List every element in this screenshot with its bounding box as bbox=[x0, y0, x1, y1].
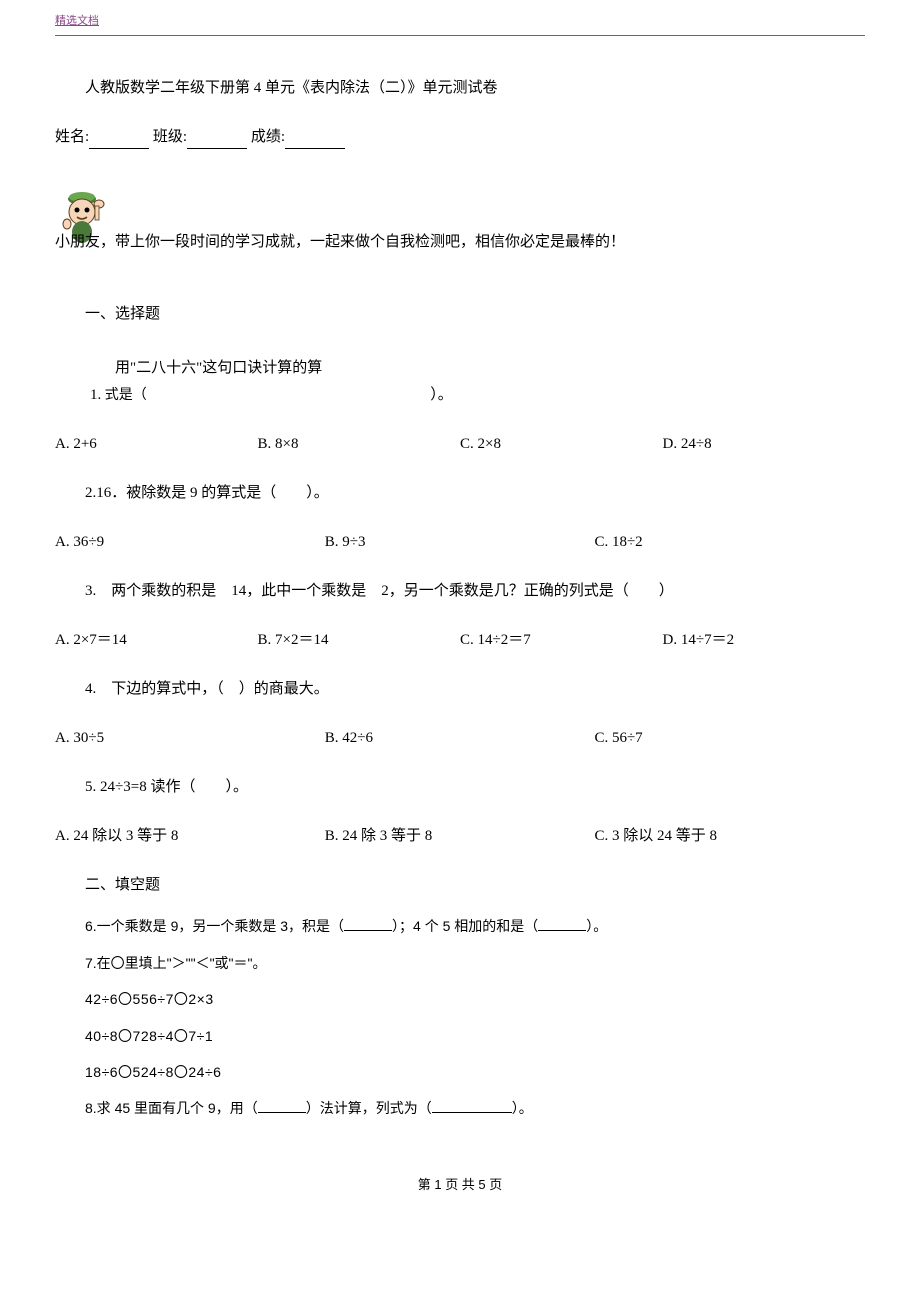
q4-opt-c: C. 56÷7 bbox=[594, 726, 864, 750]
q1-phrase: 用"二八十六"这句口诀计算的算 bbox=[115, 356, 865, 380]
question-3: 3. 两个乘数的积是 14，此中一个乘数是 2，另一个乘数是几？正确的列式是（ … bbox=[85, 579, 865, 603]
q8-prefix: 8.求 45 里面有几个 9，用（ bbox=[85, 1100, 258, 1116]
q3-opt-b: B. 7×2＝14 bbox=[258, 628, 461, 652]
q8-blank-1 bbox=[258, 1099, 306, 1113]
q2-opt-c: C. 18÷2 bbox=[594, 530, 864, 554]
q6-suffix: ）。 bbox=[586, 918, 607, 934]
q1-opt-d: D. 24÷8 bbox=[663, 432, 866, 456]
q1-options: A. 2+6 B. 8×8 C. 2×8 D. 24÷8 bbox=[55, 432, 865, 456]
q6-mid: ）；4 个 5 相加的和是（ bbox=[392, 918, 538, 934]
q2-opt-a: A. 36÷9 bbox=[55, 530, 325, 554]
q5-options: A. 24 除以 3 等于 8 B. 24 除 3 等于 8 C. 3 除以 2… bbox=[55, 824, 865, 848]
class-label: 班级: bbox=[153, 129, 187, 145]
class-blank bbox=[187, 131, 247, 149]
q3-opt-c: C. 14÷2＝7 bbox=[460, 628, 663, 652]
q8-blank-2 bbox=[432, 1099, 512, 1113]
q3-opt-a: A. 2×7＝14 bbox=[55, 628, 258, 652]
question-8: 8.求 45 里面有几个 9，用（ ）法计算，列式为（ ）。 bbox=[85, 1097, 865, 1119]
q3-options: A. 2×7＝14 B. 7×2＝14 C. 14÷2＝7 D. 14÷7＝2 bbox=[55, 628, 865, 652]
document-title: 人教版数学二年级下册第 4 单元《表内除法（二）》单元测试卷 bbox=[85, 76, 865, 100]
question-4: 4. 下边的算式中，（ ）的商最大。 bbox=[85, 677, 865, 701]
section-2-heading: 二、填空题 bbox=[85, 873, 865, 897]
q1-number: 1. bbox=[90, 383, 101, 407]
q8-suffix: ）。 bbox=[512, 1100, 533, 1116]
q5-opt-b: B. 24 除 3 等于 8 bbox=[325, 824, 595, 848]
score-label: 成绩: bbox=[251, 129, 285, 145]
question-2: 2.16．被除数是 9 的算式是（ ）。 bbox=[85, 481, 865, 505]
section-1-heading: 一、选择题 bbox=[85, 302, 865, 326]
q1-stem-tail: 式是（ bbox=[105, 388, 147, 403]
name-label: 姓名: bbox=[55, 129, 89, 145]
q1-opt-c: C. 2×8 bbox=[460, 432, 663, 456]
question-7: 7.在〇里填上"＞""＜"或"＝"。 bbox=[85, 952, 865, 974]
q1-suffix: ）。 bbox=[430, 383, 453, 407]
q1-opt-a: A. 2+6 bbox=[55, 432, 258, 456]
question-5: 5. 24÷3=8 读作（ ）。 bbox=[85, 775, 865, 799]
q7-line-2: 40÷8〇728÷4〇7÷1 bbox=[85, 1025, 865, 1047]
q7-line-3: 18÷6〇524÷8〇24÷6 bbox=[85, 1061, 865, 1083]
name-blank bbox=[89, 131, 149, 149]
top-divider bbox=[55, 35, 865, 36]
q4-opt-a: A. 30÷5 bbox=[55, 726, 325, 750]
q4-options: A. 30÷5 B. 42÷6 C. 56÷7 bbox=[55, 726, 865, 750]
q1-opt-b: B. 8×8 bbox=[258, 432, 461, 456]
q7-line-1: 42÷6〇556÷7〇2×3 bbox=[85, 988, 865, 1010]
intro-text: 小朋友，带上你一段时间的学习成就，一起来做个自我检测吧，相信你必定是最棒的！ bbox=[55, 230, 865, 254]
question-6: 6.一个乘数是 9，另一个乘数是 3，积是（ ）；4 个 5 相加的和是（ ）。 bbox=[85, 915, 865, 937]
q4-opt-b: B. 42÷6 bbox=[325, 726, 595, 750]
q5-opt-a: A. 24 除以 3 等于 8 bbox=[55, 824, 325, 848]
q6-blank-2 bbox=[538, 917, 586, 931]
student-info-line: 姓名: 班级: 成绩: bbox=[55, 125, 865, 149]
q6-blank-1 bbox=[344, 917, 392, 931]
q8-mid: ）法计算，列式为（ bbox=[306, 1100, 432, 1116]
q2-options: A. 36÷9 B. 9÷3 C. 18÷2 bbox=[55, 530, 865, 554]
q6-prefix: 6.一个乘数是 9，另一个乘数是 3，积是（ bbox=[85, 918, 344, 934]
page-footer: 第 1 页 共 5 页 bbox=[55, 1175, 865, 1196]
score-blank bbox=[285, 131, 345, 149]
question-1: 用"二八十六"这句口诀计算的算 1. 式是（ ）。 bbox=[55, 356, 865, 407]
header-tag: 精选文档 bbox=[55, 13, 99, 33]
q5-opt-c: C. 3 除以 24 等于 8 bbox=[594, 824, 864, 848]
q3-opt-d: D. 14÷7＝2 bbox=[663, 628, 866, 652]
q2-opt-b: B. 9÷3 bbox=[325, 530, 595, 554]
